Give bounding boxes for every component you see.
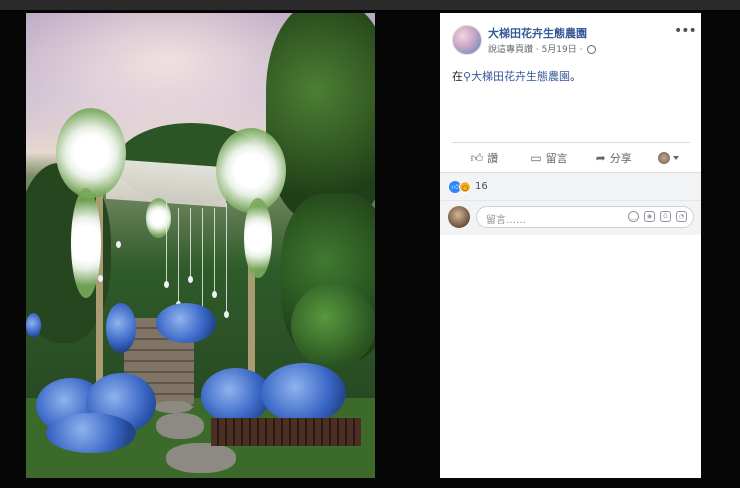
hanging-string [226,203,227,313]
post-sidebar: 大梯田花卉生態農園 說這專頁讚 · 5月19日 · ••• 在⚲大梯田花卉生態農… [440,13,701,478]
reactions-bar[interactable]: 👍︎ ○ 16 [440,172,701,201]
more-options-button[interactable]: ••• [674,23,697,39]
round-shrub [291,283,375,368]
location-suffix: 。 [570,70,582,83]
sticker-icon[interactable]: ◔ [676,211,687,222]
comment-label: 留言 [545,152,568,165]
glass-drop [98,275,103,282]
hanging-wisteria [71,188,101,298]
hanging-string [214,208,215,293]
glass-drop [224,311,229,318]
hanging-string [202,208,203,313]
blue-hydrangea [26,313,41,338]
emoji-icon[interactable]: ‿ [628,211,639,222]
white-flower-cluster [56,108,126,198]
location-prefix: 在 [452,70,463,83]
blue-hydrangea [261,363,346,423]
comment-tools: ‿ ◉ G ◔ [628,211,687,222]
stepping-stone [154,401,192,413]
viewer-top-bar [0,0,740,10]
like-label: 讚 [487,152,499,165]
white-flower-cluster [146,198,171,238]
post-photo[interactable] [26,13,375,478]
post-meta-text[interactable]: 說這專頁讚 · 5月19日 · [488,45,582,55]
glass-drop [212,291,217,298]
share-label: 分享 [609,152,632,165]
map-pin-icon: ⚲ [463,70,472,83]
post-as-selector[interactable] [646,148,690,168]
page-name-link[interactable]: 大梯田花卉生態農園 [488,25,587,41]
hanging-string [166,203,167,283]
maple-tree [266,13,375,223]
blue-hydrangea [106,303,136,353]
camera-icon[interactable]: ◉ [644,211,655,222]
share-button[interactable]: ➦ 分享 [581,148,646,168]
comment-input[interactable]: 留言…… ‿ ◉ G ◔ [476,206,694,228]
post-meta: 說這專頁讚 · 5月19日 · [488,42,597,55]
stepping-stone [156,413,204,439]
blue-hydrangea [46,413,136,453]
like-button[interactable]: 👍︎ 讚 [452,148,517,168]
hanging-string [178,208,179,303]
commenter-avatar [448,206,470,228]
stepping-stone [166,443,236,473]
hanging-string [190,208,191,278]
divider [452,142,690,143]
globe-icon [587,45,597,54]
white-flower-cluster [216,128,286,213]
glass-drop [116,241,121,248]
comment-composer: 留言…… ‿ ◉ G ◔ [440,200,701,235]
blue-hydrangea [156,303,216,343]
glass-drop [188,276,193,283]
comment-button[interactable]: ▭ 留言 [517,148,582,168]
user-avatar-small [657,152,670,164]
post-actions: 👍︎ 讚 ▭ 留言 ➦ 分享 [452,148,690,168]
reaction-count: 16 [475,181,488,192]
glass-drop [164,281,169,288]
share-icon: ➦ [595,151,606,165]
hanging-wisteria [244,198,272,278]
location-link[interactable]: 大梯田花卉生態農園 [471,70,570,83]
chevron-down-icon [672,156,679,160]
location-line: 在⚲大梯田花卉生態農園。 [452,68,581,84]
page-avatar[interactable] [452,25,482,55]
wow-reaction-icon: ○ [459,181,471,193]
gif-icon[interactable]: G [660,211,671,222]
log-border [211,418,361,446]
thumbs-up-icon: 👍︎ [470,150,484,165]
comment-icon: ▭ [530,151,542,165]
comment-placeholder: 留言…… [486,215,526,226]
